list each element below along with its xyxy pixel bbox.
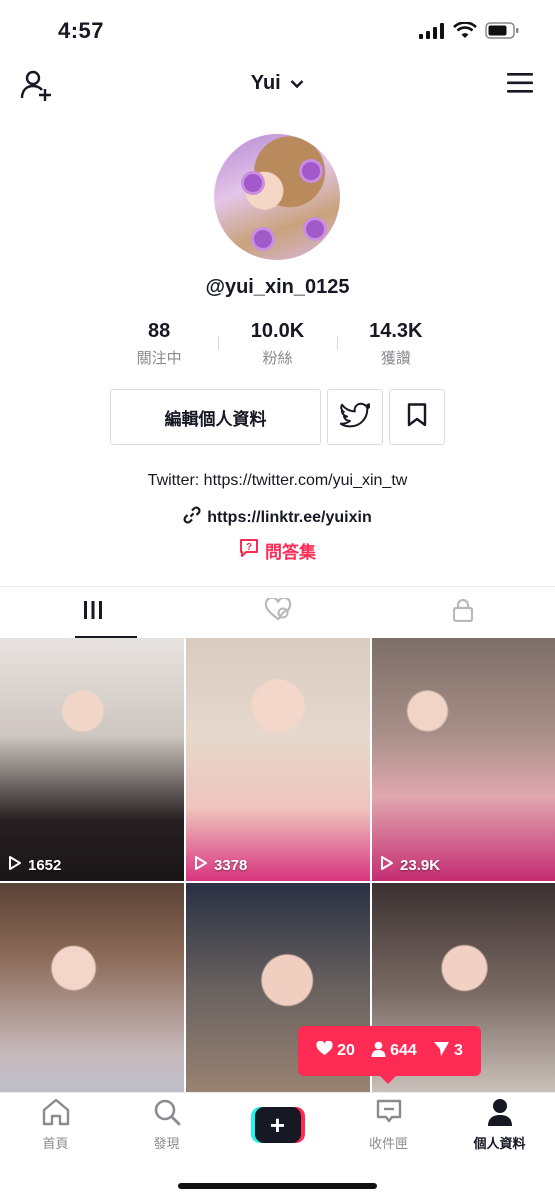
flower-decoration (306, 220, 324, 238)
bubble-likes: 20 (316, 1040, 355, 1061)
video-thumbnail[interactable]: 3378 (186, 638, 370, 881)
play-icon (194, 855, 208, 875)
question-icon: ? (239, 538, 259, 563)
video-thumbnail[interactable]: 23.9K (372, 638, 555, 881)
flower-decoration (244, 174, 262, 192)
nav-profile-label: 個人資料 (473, 1136, 526, 1151)
edit-profile-button[interactable]: 編輯個人資料 (110, 389, 321, 445)
grid-icon (82, 600, 104, 625)
bubble-shares-count: 3 (453, 1042, 463, 1059)
stat-label: 獲讚 (380, 350, 411, 367)
stat-number: 10.0K (250, 320, 305, 342)
twitter-icon (339, 402, 371, 433)
stat-number: 14.3K (369, 320, 423, 342)
heart-hidden-icon (264, 596, 292, 627)
profile-bio: Twitter: https://twitter.com/yui_xin_tw (147, 472, 408, 489)
nav-inbox[interactable]: 收件匣 (333, 1093, 444, 1157)
profile-tabs (0, 586, 555, 638)
nav-home[interactable]: 首頁 (0, 1093, 111, 1157)
play-icon (380, 855, 394, 875)
view-count: 3378 (194, 855, 247, 875)
qa-button[interactable]: ? 問答集 (0, 538, 555, 563)
nav-create[interactable]: + (222, 1093, 333, 1157)
signal-icon (419, 22, 445, 44)
bubble-likes-count: 20 (337, 1042, 355, 1059)
nav-profile[interactable]: 個人資料 (444, 1093, 555, 1157)
home-icon (41, 1098, 71, 1129)
avatar[interactable] (214, 134, 340, 260)
flower-decoration (254, 230, 272, 248)
person-icon (371, 1041, 386, 1062)
stat-label: 關注中 (136, 350, 182, 367)
nav-discover[interactable]: 發現 (111, 1093, 222, 1157)
menu-icon[interactable] (507, 72, 533, 99)
qa-label: 問答集 (265, 543, 316, 562)
twitter-button[interactable] (327, 389, 383, 445)
stat-likes[interactable]: 14.3K 獲讚 (336, 320, 455, 368)
profile-icon (487, 1098, 513, 1129)
view-count-text: 23.9K (400, 856, 441, 874)
account-name: Yui (250, 72, 281, 94)
username: @yui_xin_0125 (205, 276, 350, 298)
account-switcher[interactable]: Yui (0, 72, 555, 95)
profile-link[interactable]: https://linktr.ee/yuixin (0, 506, 555, 529)
stat-number: 88 (148, 320, 171, 342)
nav-discover-label: 發現 (153, 1136, 180, 1151)
inbox-icon (375, 1098, 403, 1129)
send-icon (433, 1041, 450, 1062)
battery-icon (485, 22, 519, 44)
bottom-nav: 首頁 發現 + 收件匣 個人資料 (0, 1092, 555, 1200)
bookmark-icon (407, 402, 427, 432)
status-time: 4:57 (58, 18, 105, 43)
bubble-followers-count: 644 (390, 1042, 417, 1059)
home-indicator (178, 1183, 377, 1189)
video-thumbnail[interactable] (186, 883, 370, 1126)
bubble-shares: 3 (433, 1041, 463, 1062)
profile-link-text: https://linktr.ee/yuixin (207, 508, 372, 526)
tab-liked[interactable] (185, 587, 370, 638)
video-thumbnail[interactable] (372, 883, 555, 1126)
flower-decoration (302, 162, 320, 180)
activity-bubble[interactable]: 20 644 3 (298, 1026, 481, 1084)
bubble-followers: 644 (371, 1041, 417, 1062)
plus-icon: + (254, 1107, 301, 1143)
nav-inbox-label: 收件匣 (368, 1136, 408, 1151)
video-thumbnail[interactable] (0, 883, 184, 1126)
top-nav: Yui (0, 62, 555, 110)
tab-videos[interactable] (0, 587, 185, 638)
chevron-down-icon (290, 72, 304, 95)
stat-following[interactable]: 88 關注中 (100, 320, 218, 368)
status-icons (419, 21, 519, 44)
search-icon (153, 1098, 181, 1129)
profile-stats: 88 關注中 10.0K 粉絲 14.3K 獲讚 (100, 320, 455, 368)
stat-label: 粉絲 (262, 350, 293, 367)
stat-followers[interactable]: 10.0K 粉絲 (218, 320, 336, 368)
nav-home-label: 首頁 (42, 1136, 69, 1151)
link-icon (183, 506, 201, 529)
status-bar: 4:57 (0, 0, 555, 62)
view-count-text: 1652 (28, 856, 62, 874)
heart-icon (316, 1040, 333, 1061)
bookmark-button[interactable] (389, 389, 445, 445)
lock-icon (452, 598, 474, 627)
svg-text:?: ? (246, 542, 252, 553)
view-count: 23.9K (380, 855, 440, 875)
view-count: 1652 (8, 855, 61, 875)
play-icon (8, 855, 22, 875)
create-button: + (250, 1107, 305, 1143)
wifi-icon (453, 21, 477, 44)
view-count-text: 3378 (214, 856, 248, 874)
video-thumbnail[interactable]: 1652 (0, 638, 184, 881)
tab-private[interactable] (370, 587, 555, 638)
